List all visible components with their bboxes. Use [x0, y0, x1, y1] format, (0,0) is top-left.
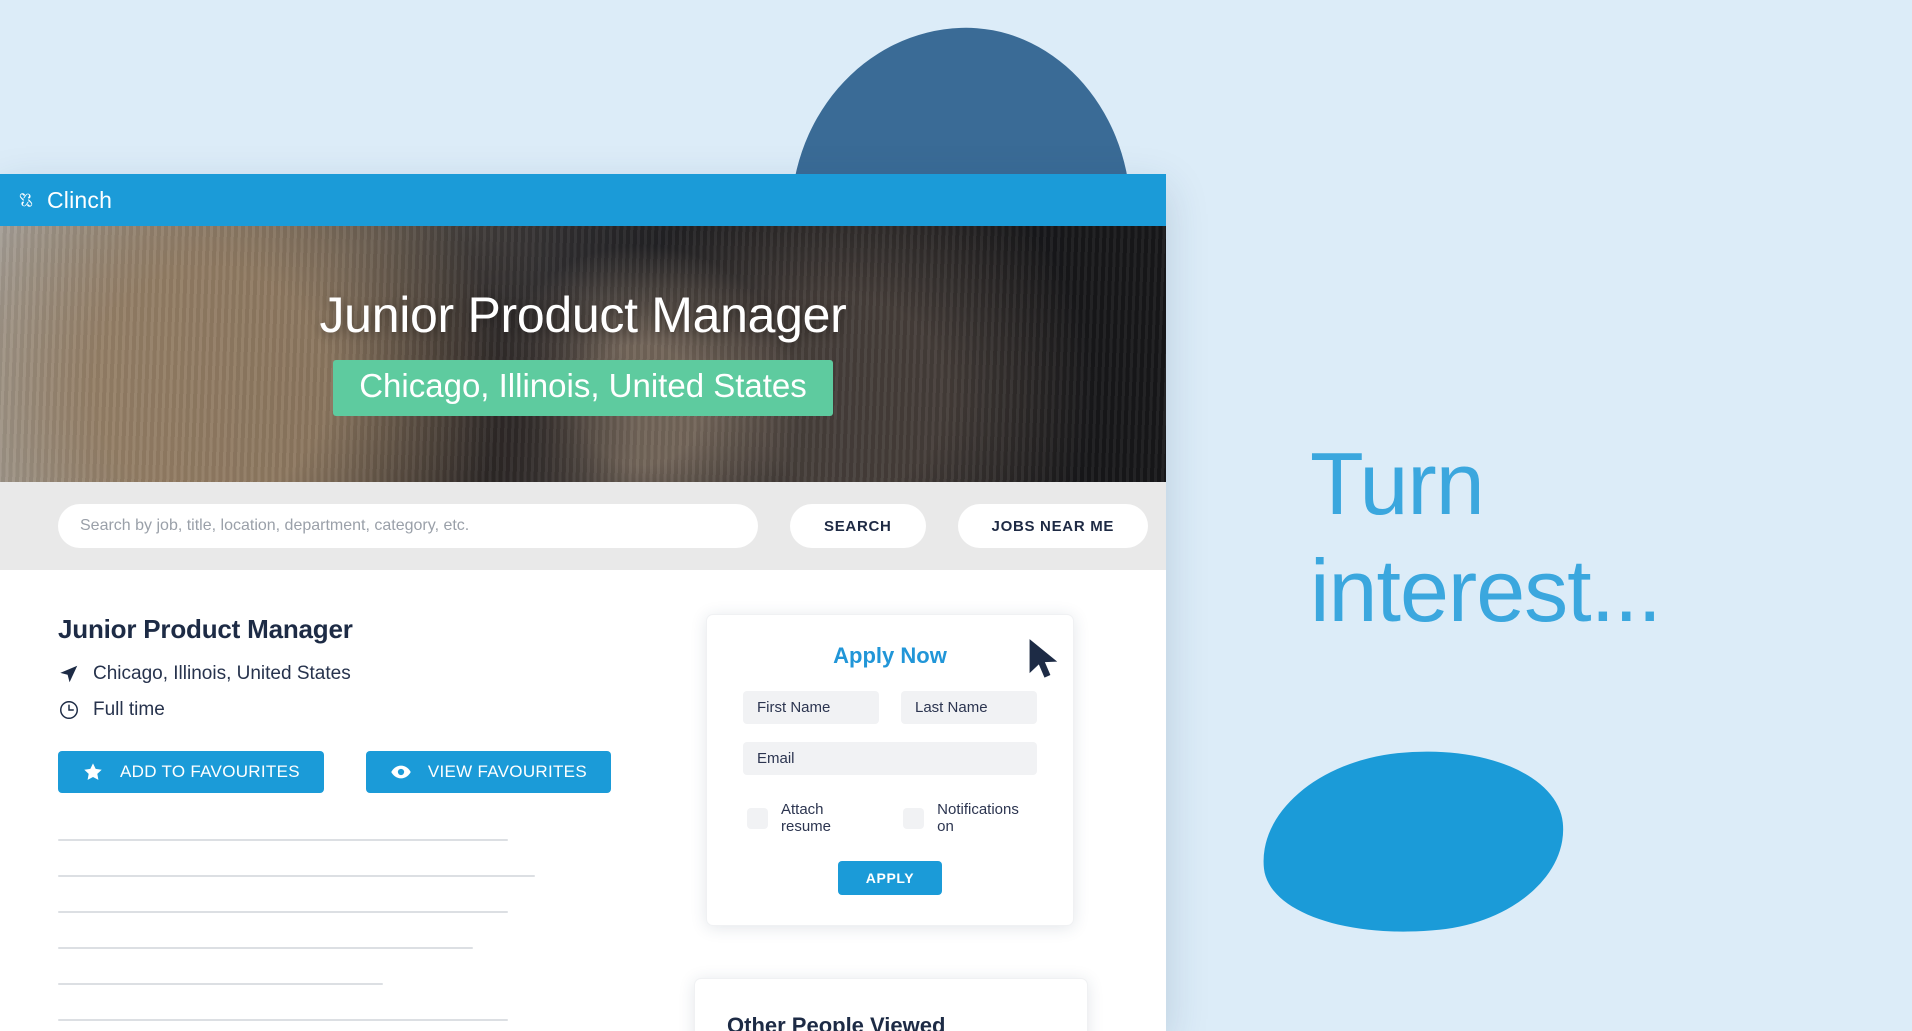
- job-description-skeleton: [58, 839, 640, 1031]
- email-input[interactable]: [743, 742, 1037, 775]
- notifications-checkbox[interactable]: [903, 807, 925, 829]
- view-favourites-label: VIEW FAVOURITES: [427, 762, 587, 781]
- hero-job-title: Junior Product Manager: [319, 287, 847, 343]
- job-detail-content: Junior Product Manager Chicago, Illinois…: [0, 570, 1166, 1031]
- clinch-logo[interactable]: Clinch: [14, 187, 112, 214]
- apply-now-title: Apply Now: [833, 643, 947, 668]
- skeleton-line: [58, 875, 535, 877]
- attach-resume-option[interactable]: Attach resume: [747, 801, 875, 835]
- job-type-text: Full time: [93, 699, 165, 720]
- attach-resume-checkbox[interactable]: [747, 807, 768, 829]
- search-bar: SEARCH JOBS NEAR ME: [0, 482, 1166, 570]
- job-type-row: Full time: [58, 699, 640, 721]
- hero-location-badge: Chicago, Illinois, United States: [333, 360, 833, 416]
- name-field-row: [743, 691, 1037, 724]
- clinch-links-icon: [19, 193, 33, 207]
- star-icon: [84, 763, 102, 780]
- jobs-near-me-button[interactable]: JOBS NEAR ME: [957, 504, 1149, 548]
- skeleton-line: [58, 911, 508, 913]
- attach-resume-label: Attach resume: [781, 801, 832, 835]
- search-input[interactable]: [58, 504, 758, 548]
- other-people-viewed-card: Other People Viewed Account Executive: [694, 978, 1088, 1031]
- apply-now-card: Apply Now Attach resume Notifications on: [706, 614, 1074, 926]
- notifications-label: Notifications on: [937, 801, 1019, 835]
- app-header-bar: Clinch: [0, 174, 1166, 226]
- other-people-viewed-title: Other People Viewed: [727, 1013, 946, 1031]
- hero-banner: Junior Product Manager Chicago, Illinois…: [0, 226, 1166, 482]
- first-name-input[interactable]: [743, 691, 879, 724]
- notifications-option[interactable]: Notifications on: [903, 801, 1037, 835]
- skeleton-line: [58, 983, 383, 985]
- job-title: Junior Product Manager: [58, 614, 353, 644]
- skeleton-line: [58, 1019, 508, 1021]
- sidebar-column: Apply Now Attach resume Notifications on: [640, 614, 1088, 1031]
- bottom-blob-shape: [1253, 736, 1573, 948]
- marketing-tagline: Turn interest...: [1310, 434, 1662, 641]
- options-row: Attach resume Notifications on: [743, 801, 1037, 835]
- add-to-favourites-label: ADD TO FAVOURITES: [120, 762, 300, 781]
- eye-icon: [391, 765, 411, 779]
- add-to-favourites-button[interactable]: ADD TO FAVOURITES: [58, 751, 324, 793]
- skeleton-line: [58, 947, 473, 949]
- logo-text: Clinch: [47, 186, 113, 213]
- navigation-arrow-icon: [60, 665, 78, 683]
- skeleton-line: [58, 839, 508, 841]
- clock-icon: [60, 701, 78, 719]
- browser-window: Clinch Junior Product Manager Chicago, I…: [0, 174, 1166, 1031]
- apply-submit-button[interactable]: APPLY: [837, 861, 943, 895]
- job-location-text: Chicago, Illinois, United States: [93, 663, 351, 684]
- job-location-row: Chicago, Illinois, United States: [58, 663, 640, 685]
- search-button[interactable]: SEARCH: [790, 504, 926, 548]
- job-info-column: Junior Product Manager Chicago, Illinois…: [0, 614, 640, 1031]
- last-name-input[interactable]: [901, 691, 1037, 724]
- view-favourites-button[interactable]: VIEW FAVOURITES: [365, 751, 611, 793]
- favourites-button-row: ADD TO FAVOURITES VIEW FAVOURITES: [58, 751, 640, 793]
